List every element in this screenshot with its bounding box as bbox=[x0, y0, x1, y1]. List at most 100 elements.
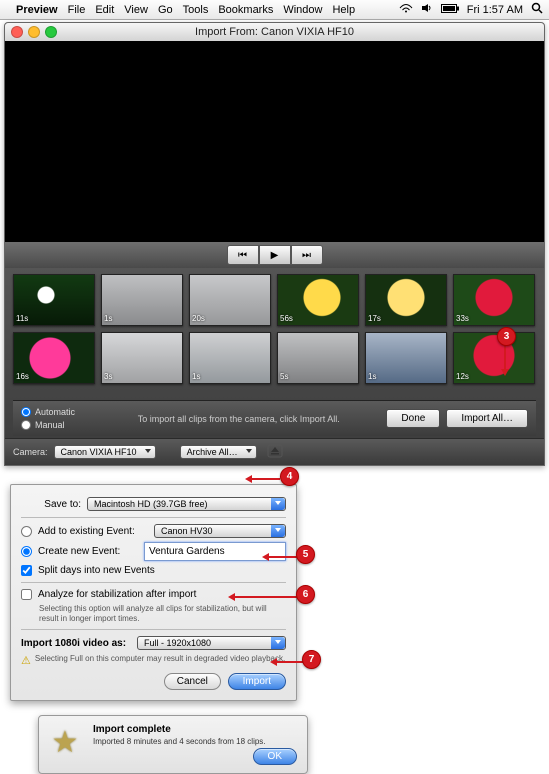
ok-button[interactable]: OK bbox=[253, 748, 297, 765]
done-button[interactable]: Done bbox=[386, 409, 440, 428]
callout-arrow bbox=[270, 658, 303, 666]
add-to-existing-label: Add to existing Event: bbox=[38, 526, 148, 537]
skip-back-icon: ⏮ bbox=[238, 250, 247, 261]
clip-duration: 11s bbox=[16, 314, 28, 323]
warning-icon: ⚠ bbox=[21, 654, 31, 667]
video-preview bbox=[5, 41, 544, 242]
callout-badge-6: 6 bbox=[296, 585, 315, 604]
import-1080i-label: Import 1080i video as: bbox=[21, 638, 131, 649]
callout-arrow bbox=[262, 553, 297, 561]
clip-thumbnail[interactable]: 20s bbox=[189, 274, 271, 326]
menu-file[interactable]: File bbox=[68, 4, 86, 16]
spotlight-icon[interactable] bbox=[531, 2, 543, 17]
next-clip-button[interactable]: ⏭ bbox=[291, 245, 323, 265]
clip-duration: 3s bbox=[104, 372, 112, 381]
titlebar: Import From: Canon VIXIA HF10 bbox=[5, 23, 544, 41]
close-window-button[interactable] bbox=[11, 26, 23, 38]
battery-icon[interactable] bbox=[441, 4, 459, 16]
full-warning-text: Selecting Full on this computer may resu… bbox=[35, 654, 285, 664]
clock[interactable]: Fri 1:57 AM bbox=[467, 4, 523, 16]
clip-thumbnail[interactable]: 1s bbox=[101, 274, 183, 326]
automatic-radio[interactable]: Automatic bbox=[21, 407, 75, 417]
app-menu[interactable]: Preview bbox=[16, 4, 58, 16]
import-complete-dialog: ★ Import complete Imported 8 minutes and… bbox=[38, 715, 308, 774]
create-new-event-label: Create new Event: bbox=[38, 546, 138, 557]
add-to-existing-radio[interactable] bbox=[21, 526, 32, 537]
clip-duration: 20s bbox=[192, 314, 205, 323]
clip-thumbnail[interactable]: 5s bbox=[277, 332, 359, 384]
create-new-event-radio[interactable] bbox=[21, 546, 32, 557]
callout-badge-4: 4 bbox=[280, 467, 299, 486]
transport-controls: ⏮ ▶ ⏭ bbox=[5, 242, 544, 268]
clip-duration: 17s bbox=[368, 314, 381, 323]
clip-thumbnail[interactable]: 3s bbox=[101, 332, 183, 384]
play-button[interactable]: ▶ bbox=[259, 245, 291, 265]
callout-arrow bbox=[245, 475, 280, 483]
menu-tools[interactable]: Tools bbox=[183, 4, 209, 16]
wifi-icon[interactable] bbox=[399, 3, 413, 16]
clip-duration: 56s bbox=[280, 314, 293, 323]
clip-duration: 1s bbox=[368, 372, 376, 381]
callout-arrow bbox=[505, 345, 509, 376]
import-all-button[interactable]: Import All… bbox=[446, 409, 528, 428]
clip-thumbnail[interactable]: 33s bbox=[453, 274, 535, 326]
save-to-label: Save to: bbox=[21, 499, 81, 510]
eject-button[interactable] bbox=[267, 444, 283, 460]
analyze-stabilization-checkbox[interactable] bbox=[21, 589, 32, 600]
clip-duration: 5s bbox=[280, 372, 288, 381]
archive-all-button[interactable]: Archive All… bbox=[180, 445, 257, 459]
menu-edit[interactable]: Edit bbox=[95, 4, 114, 16]
zoom-window-button[interactable] bbox=[45, 26, 57, 38]
import-button[interactable]: Import bbox=[228, 673, 286, 690]
camera-footer: Camera: Canon VIXIA HF10 Archive All… bbox=[5, 438, 544, 465]
import-1080i-popup[interactable]: Full - 1920x1080 bbox=[137, 636, 286, 650]
volume-icon[interactable] bbox=[421, 3, 433, 16]
clip-thumbnail[interactable]: 17s bbox=[365, 274, 447, 326]
import-hint: To import all clips from the camera, cli… bbox=[91, 414, 386, 424]
window-title: Import From: Canon VIXIA HF10 bbox=[195, 26, 354, 38]
manual-radio[interactable]: Manual bbox=[21, 420, 75, 430]
menu-bookmarks[interactable]: Bookmarks bbox=[218, 4, 273, 16]
clip-thumbnail[interactable]: 11s bbox=[13, 274, 95, 326]
camera-label: Camera: bbox=[13, 447, 48, 457]
callout-arrow bbox=[228, 593, 297, 601]
imovie-app-icon: ★ bbox=[47, 724, 83, 760]
automatic-label: Automatic bbox=[35, 407, 75, 417]
split-days-label: Split days into new Events bbox=[38, 565, 155, 576]
clip-thumbnail[interactable]: 56s bbox=[277, 274, 359, 326]
analyze-hint: Selecting this option will analyze all c… bbox=[39, 604, 286, 623]
existing-event-popup[interactable]: Canon HV30 bbox=[154, 524, 286, 538]
import-complete-detail: Imported 8 minutes and 4 seconds from 18… bbox=[93, 737, 297, 746]
camera-popup[interactable]: Canon VIXIA HF10 bbox=[54, 445, 156, 459]
prev-clip-button[interactable]: ⏮ bbox=[227, 245, 259, 265]
clip-duration: 12s bbox=[456, 372, 469, 381]
skip-forward-icon: ⏭ bbox=[302, 250, 311, 261]
clip-duration: 1s bbox=[192, 372, 200, 381]
clip-duration: 33s bbox=[456, 314, 469, 323]
menu-view[interactable]: View bbox=[124, 4, 148, 16]
play-icon: ▶ bbox=[271, 250, 279, 261]
clip-duration: 1s bbox=[104, 314, 112, 323]
menubar: Preview File Edit View Go Tools Bookmark… bbox=[0, 0, 549, 20]
minimize-window-button[interactable] bbox=[28, 26, 40, 38]
callout-badge-7: 7 bbox=[302, 650, 321, 669]
callout-badge-3: 3 bbox=[497, 327, 516, 346]
import-complete-title: Import complete bbox=[93, 724, 171, 735]
split-days-checkbox[interactable] bbox=[21, 565, 32, 576]
import-footer: Automatic Manual To import all clips fro… bbox=[13, 400, 536, 436]
clip-thumbnail[interactable]: 1s bbox=[189, 332, 271, 384]
save-to-popup[interactable]: Macintosh HD (39.7GB free) bbox=[87, 497, 286, 511]
analyze-stabilization-label: Analyze for stabilization after import bbox=[38, 589, 196, 600]
clip-thumbnail[interactable]: 1s bbox=[365, 332, 447, 384]
cancel-button[interactable]: Cancel bbox=[164, 673, 221, 690]
import-window: Import From: Canon VIXIA HF10 ⏮ ▶ ⏭ 11s … bbox=[4, 22, 545, 466]
callout-badge-5: 5 bbox=[296, 545, 315, 564]
menu-window[interactable]: Window bbox=[283, 4, 322, 16]
clip-duration: 16s bbox=[16, 372, 29, 381]
thumbnail-strip: 11s 1s 20s 56s 17s 33s 16s 3s 1s 5s 1s 1… bbox=[5, 268, 544, 438]
menu-help[interactable]: Help bbox=[332, 4, 355, 16]
manual-label: Manual bbox=[35, 420, 65, 430]
menu-go[interactable]: Go bbox=[158, 4, 173, 16]
clip-thumbnail[interactable]: 16s bbox=[13, 332, 95, 384]
clip-thumbnail[interactable]: 12s bbox=[453, 332, 535, 384]
